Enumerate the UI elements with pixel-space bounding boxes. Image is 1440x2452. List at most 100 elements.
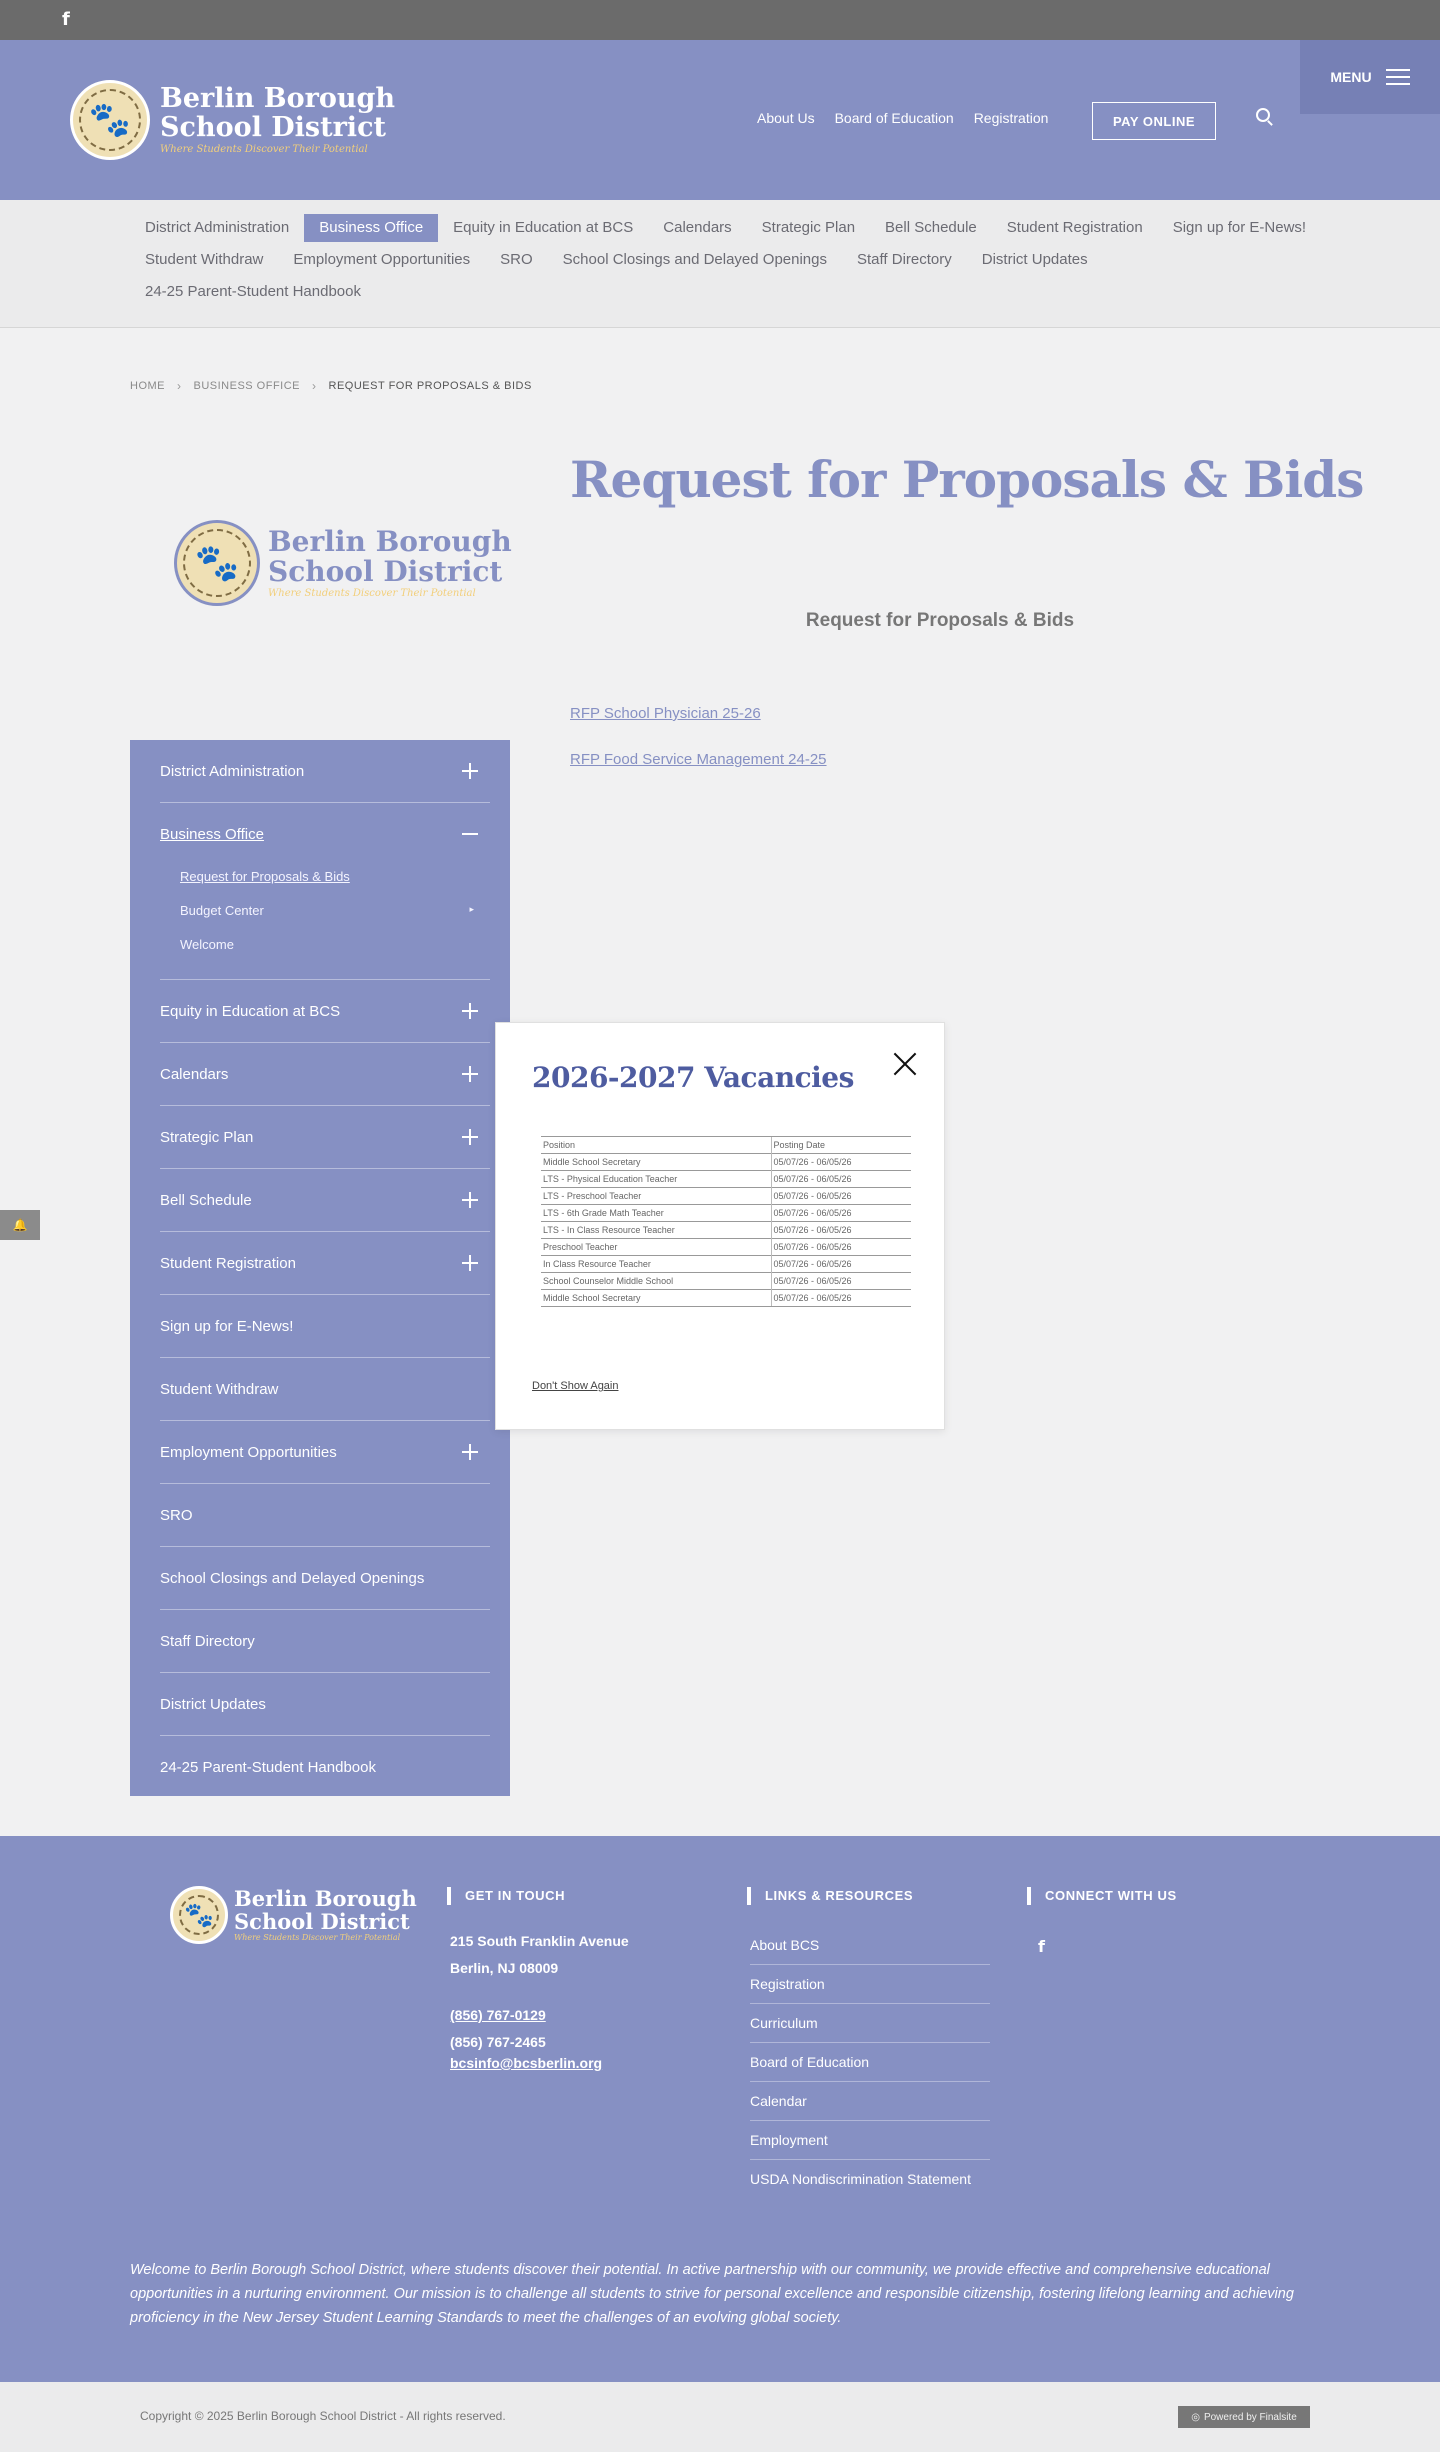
- menu-button[interactable]: MENU: [1300, 40, 1440, 114]
- nav-school-closings[interactable]: School Closings and Delayed Openings: [548, 246, 842, 274]
- facebook-icon[interactable]: f: [1038, 1937, 1045, 1956]
- footer-link-curriculum[interactable]: Curriculum: [750, 2004, 990, 2043]
- powered-by-label: Powered by Finalsite: [1203, 2411, 1297, 2423]
- footer-email-link[interactable]: bcsinfo@bcsberlin.org: [450, 2055, 602, 2071]
- logo-line-1: Berlin Borough: [268, 525, 512, 559]
- sidebar-subitem-welcome[interactable]: Welcome: [180, 927, 490, 961]
- table-header-row: Position Posting Date: [541, 1136, 911, 1154]
- sidebar-item-bell-schedule[interactable]: Bell Schedule: [160, 1169, 490, 1232]
- nav-staff-directory[interactable]: Staff Directory: [842, 246, 967, 274]
- sidebar-item-strategic-plan[interactable]: Strategic Plan: [160, 1106, 490, 1169]
- sidebar-item-student-withdraw[interactable]: Student Withdraw: [160, 1358, 490, 1421]
- nav-employment-opportunities[interactable]: Employment Opportunities: [278, 246, 485, 274]
- sidebar-item-parent-student-handbook[interactable]: 24-25 Parent-Student Handbook: [160, 1736, 490, 1798]
- sidebar-item-equity-in-education[interactable]: Equity in Education at BCS: [160, 980, 490, 1043]
- breadcrumb-home[interactable]: HOME: [130, 380, 165, 392]
- sidebar-item-district-updates[interactable]: District Updates: [160, 1673, 490, 1736]
- footer-links-list: About BCS Registration Curriculum Board …: [750, 1926, 990, 2199]
- sidebar-submenu: Request for Proposals & Bids Budget Cent…: [160, 859, 490, 979]
- sidebar-item-employment-opportunities[interactable]: Employment Opportunities: [160, 1421, 490, 1484]
- logo-line-1: Berlin Borough: [160, 83, 395, 115]
- close-icon[interactable]: [892, 1051, 918, 1077]
- sidebar-item-label: Strategic Plan: [160, 1128, 254, 1146]
- sidebar-item-label: District Updates: [160, 1695, 266, 1713]
- main-navigation: District Administration Business Office …: [0, 200, 1440, 328]
- footer-link-registration[interactable]: Registration: [750, 1965, 990, 2004]
- footer-phone-link[interactable]: (856) 767-0129: [450, 2007, 546, 2023]
- link-rfp-school-physician[interactable]: RFP School Physician 25-26: [570, 705, 761, 722]
- sidebar-item-district-administration[interactable]: District Administration: [160, 740, 490, 803]
- site-footer: 🐾 Berlin Borough School District Where S…: [0, 1836, 1440, 2382]
- sidebar-item-label: Equity in Education at BCS: [160, 1002, 341, 1020]
- nav-student-registration[interactable]: Student Registration: [992, 214, 1158, 242]
- plus-icon[interactable]: [462, 1255, 478, 1271]
- mission-statement: Welcome to Berlin Borough School Distric…: [130, 2262, 1294, 2326]
- footer-link-about-bcs[interactable]: About BCS: [750, 1926, 990, 1965]
- powered-by-badge[interactable]: ◎ Powered by Finalsite: [1178, 2406, 1310, 2428]
- table-row: Middle School Secretary 05/07/26 - 06/05/…: [541, 1289, 911, 1307]
- plus-icon[interactable]: [462, 1003, 478, 1019]
- logo-tagline: Where Students Discover Their Potential: [268, 587, 476, 599]
- lion-paw-seal-icon: 🐾: [170, 1886, 228, 1944]
- nav-calendars[interactable]: Calendars: [648, 214, 746, 242]
- header-link-board-of-education[interactable]: Board of Education: [835, 110, 954, 126]
- plus-icon[interactable]: [462, 1192, 478, 1208]
- nav-student-withdraw[interactable]: Student Withdraw: [130, 246, 278, 274]
- nav-district-administration[interactable]: District Administration: [130, 214, 304, 242]
- logo-tagline: Where Students Discover Their Potential: [160, 143, 368, 155]
- sidebar-item-staff-directory[interactable]: Staff Directory: [160, 1610, 490, 1673]
- footer-link-board-of-education[interactable]: Board of Education: [750, 2043, 990, 2082]
- search-icon[interactable]: [1256, 108, 1270, 122]
- sidebar-item-school-closings[interactable]: School Closings and Delayed Openings: [160, 1547, 490, 1610]
- chevron-right-icon: ›: [177, 379, 182, 393]
- caret-right-icon[interactable]: ▸: [469, 905, 474, 915]
- footer-address-line-2: Berlin, NJ 08009: [450, 1960, 559, 1976]
- bell-icon[interactable]: 🔔: [0, 1210, 40, 1240]
- vacancies-popup: 2026-2027 Vacancies Position Posting Date…: [495, 1022, 945, 1430]
- nav-strategic-plan[interactable]: Strategic Plan: [747, 214, 870, 242]
- plus-icon[interactable]: [462, 1444, 478, 1460]
- minus-icon[interactable]: [462, 826, 478, 842]
- sidebar-item-calendars[interactable]: Calendars: [160, 1043, 490, 1106]
- plus-icon[interactable]: [462, 1066, 478, 1082]
- logo-tagline: Where Students Discover Their Potential: [234, 1932, 401, 1942]
- table-row: Preschool Teacher 05/07/26 - 06/05/26: [541, 1238, 911, 1256]
- nav-business-office[interactable]: Business Office: [304, 214, 439, 242]
- nav-district-updates[interactable]: District Updates: [967, 246, 1103, 274]
- nav-sign-up-enews[interactable]: Sign up for E-News!: [1158, 214, 1321, 242]
- header-link-registration[interactable]: Registration: [974, 110, 1049, 126]
- sidebar-item-student-registration[interactable]: Student Registration: [160, 1232, 490, 1295]
- page-title: Request for Proposals & Bids: [570, 450, 1364, 509]
- footer-link-usda-statement[interactable]: USDA Nondiscrimination Statement: [750, 2160, 990, 2199]
- nav-sro[interactable]: SRO: [485, 246, 548, 274]
- header-logo[interactable]: 🐾 Berlin Borough School District Where S…: [70, 80, 395, 160]
- sidebar-item-sro[interactable]: SRO: [160, 1484, 490, 1547]
- sidebar-subitem-rfp-bids[interactable]: Request for Proposals & Bids: [180, 859, 490, 893]
- chevron-right-icon: ›: [312, 379, 317, 393]
- nav-equity-in-education[interactable]: Equity in Education at BCS: [438, 214, 648, 242]
- breadcrumb-business-office[interactable]: BUSINESS OFFICE: [194, 380, 301, 392]
- footer-logo[interactable]: 🐾 Berlin Borough School District Where S…: [170, 1886, 417, 1944]
- sidebar-item-sign-up-enews[interactable]: Sign up for E-News!: [160, 1295, 490, 1358]
- footer-link-employment[interactable]: Employment: [750, 2121, 990, 2160]
- plus-icon[interactable]: [462, 763, 478, 779]
- pay-online-button[interactable]: PAY ONLINE: [1092, 102, 1216, 140]
- footer-address-line-1: 215 South Franklin Avenue: [450, 1933, 629, 1949]
- facebook-icon[interactable]: f: [62, 9, 70, 30]
- nav-bell-schedule[interactable]: Bell Schedule: [870, 214, 992, 242]
- footer-link-calendar[interactable]: Calendar: [750, 2082, 990, 2121]
- nav-parent-student-handbook[interactable]: 24-25 Parent-Student Handbook: [130, 278, 376, 306]
- plus-icon[interactable]: [462, 1129, 478, 1145]
- link-rfp-food-service[interactable]: RFP Food Service Management 24-25: [570, 751, 827, 768]
- sidebar-item-label: Calendars: [160, 1065, 229, 1083]
- sidebar-item-label: 24-25 Parent-Student Handbook: [160, 1758, 376, 1776]
- footer-heading-get-in-touch: GET IN TOUCH: [447, 1887, 565, 1905]
- header-link-about-us[interactable]: About Us: [757, 110, 815, 126]
- site-header: 🐾 Berlin Borough School District Where S…: [0, 40, 1440, 200]
- logo-line-2: School District: [160, 111, 386, 143]
- footer-fax: (856) 767-2465: [450, 2034, 546, 2050]
- sidebar-subitem-budget-center[interactable]: Budget Center ▸: [180, 893, 490, 927]
- dont-show-again-link[interactable]: Don't Show Again: [532, 1380, 619, 1392]
- sidebar-item-label: SRO: [160, 1506, 193, 1524]
- sidebar-item-business-office[interactable]: Business Office Request for Proposals & …: [160, 803, 490, 980]
